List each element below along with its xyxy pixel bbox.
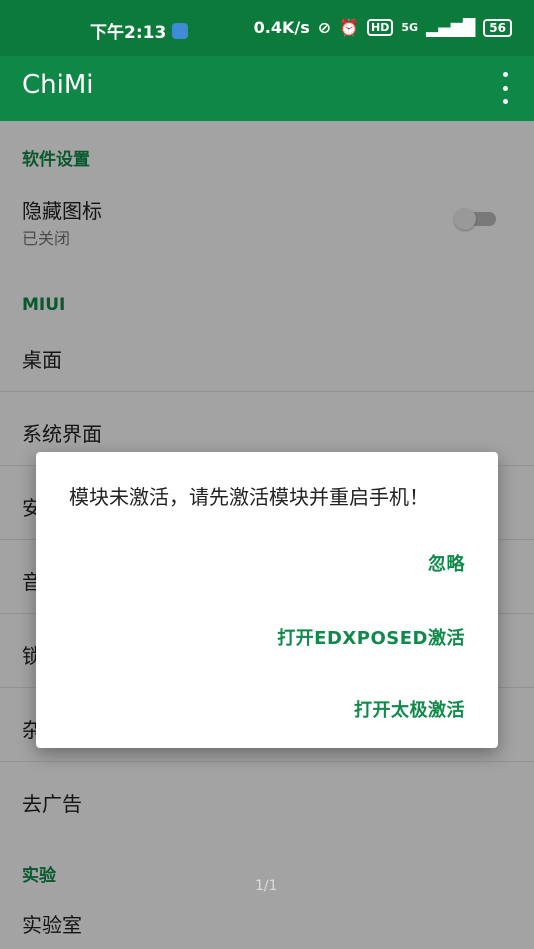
status-left: 下午2:13 xyxy=(90,18,189,43)
app-notification-icon xyxy=(172,22,189,39)
ignore-button[interactable]: 忽略 xyxy=(428,550,465,576)
dialog-message: 模块未激活，请先激活模块并重启手机！ xyxy=(69,485,429,509)
app-bar: ChiMi xyxy=(0,56,534,121)
mute-icon: ⊘ xyxy=(317,18,332,37)
signal-bars-icon: ▂▄▆█ xyxy=(426,18,476,37)
hd-icon: HD xyxy=(367,19,394,36)
battery-icon: 56 xyxy=(483,18,512,37)
status-time: 下午2:13 xyxy=(90,23,167,43)
network-speed: 0.4K/s xyxy=(253,18,310,37)
status-bar: 下午2:13 0.4K/s ⊘ ⏰ HD 5G ▂▄▆█ 56 xyxy=(0,0,534,56)
open-edxposed-button[interactable]: 打开EDXPOSED激活 xyxy=(277,624,465,650)
open-taichi-button[interactable]: 打开太极激活 xyxy=(354,696,465,722)
activation-dialog: 模块未激活，请先激活模块并重启手机！ 忽略 打开EDXPOSED激活 打开太极激… xyxy=(36,452,498,748)
page-indicator: 1/1 xyxy=(255,878,278,894)
alarm-icon: ⏰ xyxy=(339,18,360,37)
overflow-menu-icon[interactable] xyxy=(500,72,510,104)
app-title: ChiMi xyxy=(22,70,94,100)
signal-5g-icon: 5G xyxy=(401,21,419,34)
status-right: 0.4K/s ⊘ ⏰ HD 5G ▂▄▆█ 56 xyxy=(254,18,512,37)
